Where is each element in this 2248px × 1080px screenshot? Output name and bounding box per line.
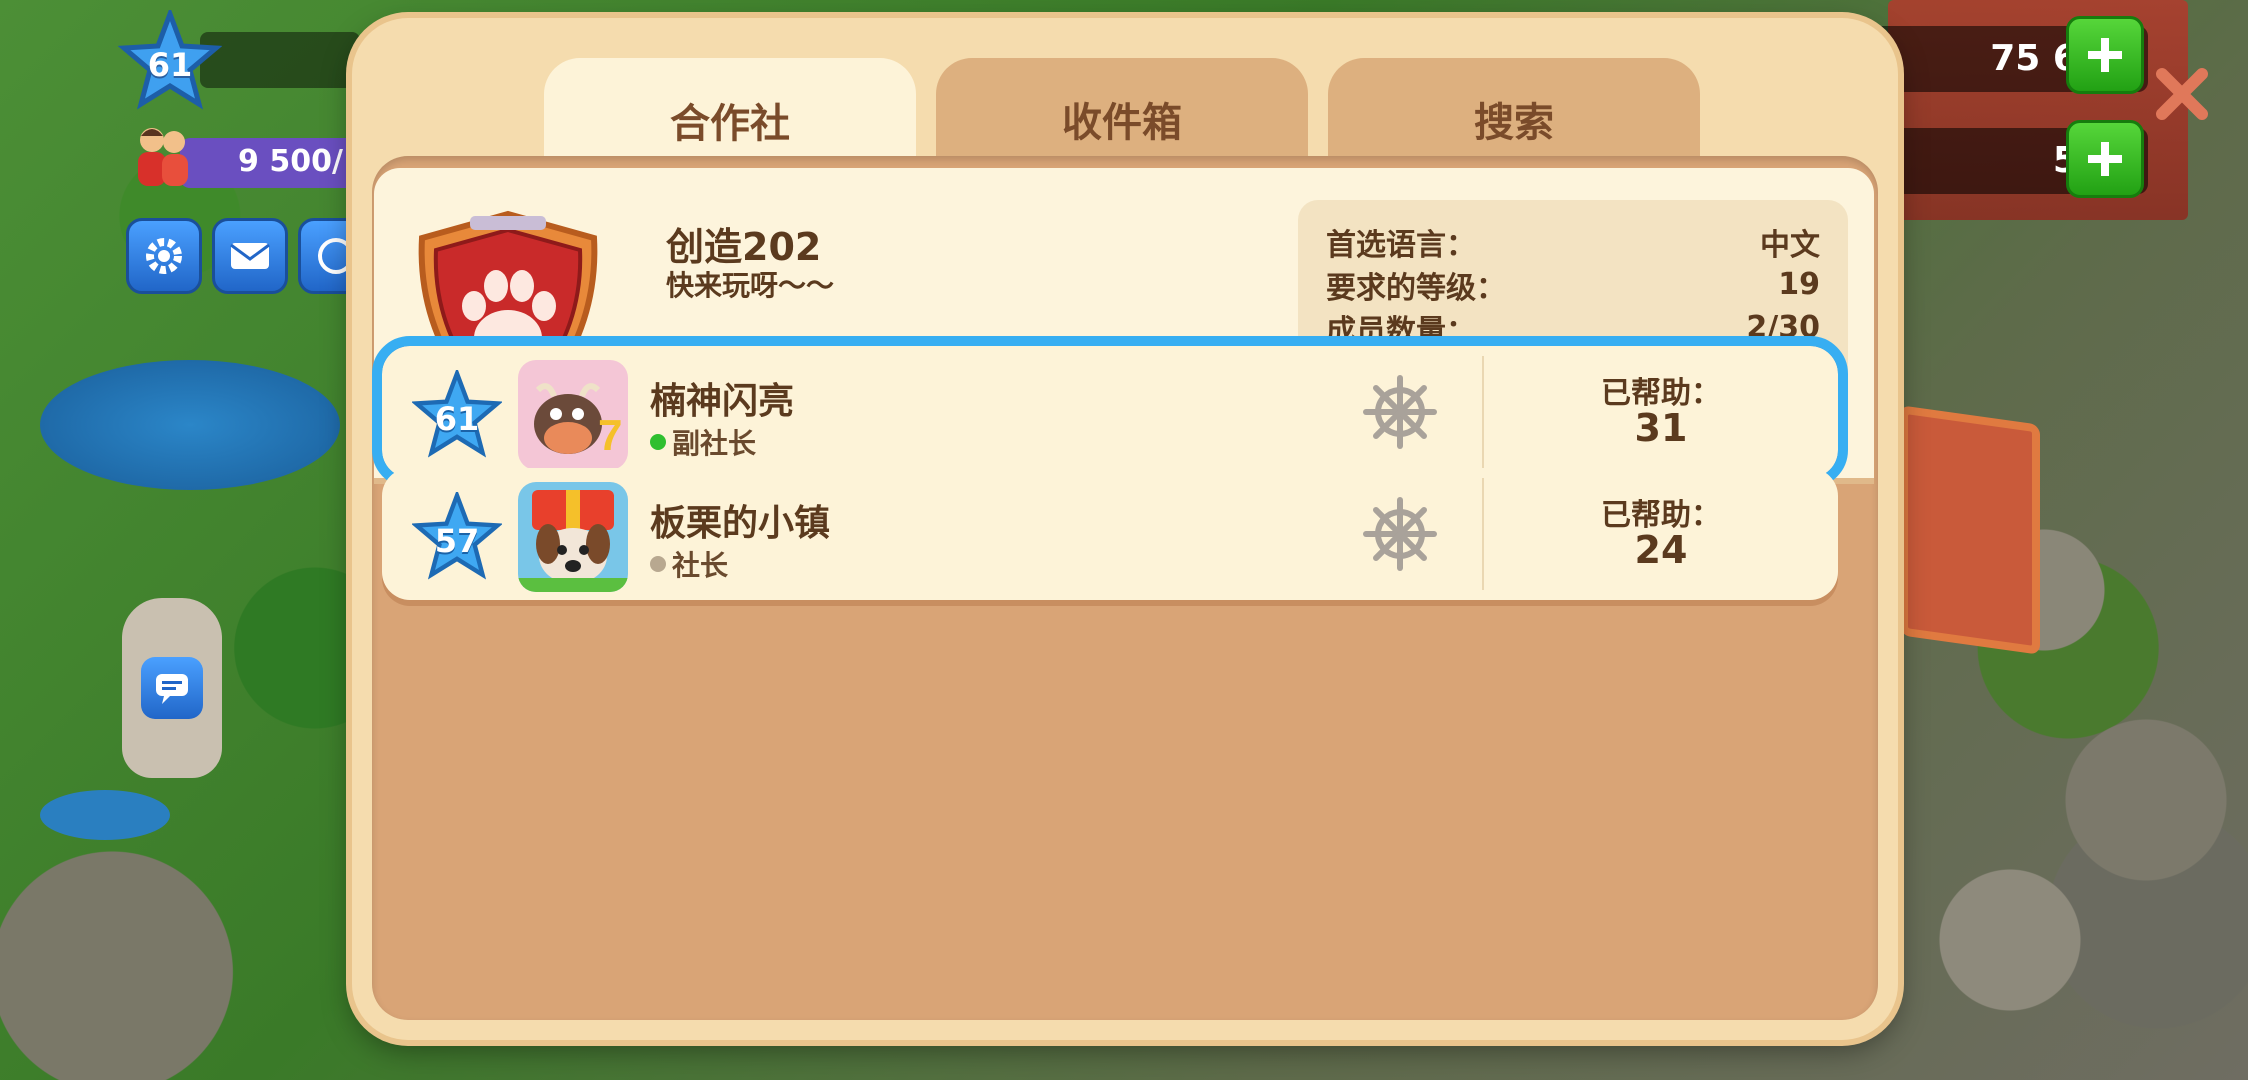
cow-avatar-icon: 7	[518, 360, 628, 470]
stat-label: 成员数量：	[1326, 313, 1476, 349]
helped-count: 31	[1634, 406, 1688, 450]
stat-value: 19	[1778, 267, 1820, 302]
member-level: 57	[434, 522, 480, 560]
player-level: 61	[147, 46, 193, 84]
member-level-badge: 61	[410, 367, 504, 458]
member-name: 板栗的小镇	[650, 503, 831, 544]
member-role: 社长	[650, 544, 728, 584]
plus-icon	[2088, 142, 2122, 176]
member-role-label: 社长	[672, 549, 729, 582]
add-cash-button[interactable]	[2066, 120, 2144, 198]
ship-wheel-icon[interactable]	[1362, 374, 1438, 450]
stat-label: 要求的等级：	[1326, 270, 1506, 306]
member-level-badge: 57	[410, 489, 504, 580]
member-row[interactable]: 61 7 楠神闪亮 副社长 已帮助： 31	[372, 336, 1848, 488]
add-coins-button[interactable]	[2066, 16, 2144, 94]
ship-wheel-icon[interactable]	[1362, 496, 1438, 572]
member-role: 副社长	[650, 422, 756, 462]
stat-value: 2/30	[1746, 310, 1820, 345]
member-role-label: 副社长	[672, 427, 757, 460]
role-dot	[650, 556, 666, 572]
stat-label: 首选语言：	[1326, 227, 1476, 263]
population-icon	[128, 120, 198, 190]
stat-row: 成员数量： 2/30	[1326, 306, 1820, 349]
helped-count: 24	[1634, 528, 1688, 572]
coop-motto: 快来玩呀～～	[666, 269, 835, 302]
member-name: 楠神闪亮	[650, 381, 795, 422]
member-row[interactable]: 57 板栗的小镇 社长 已帮助： 24	[382, 468, 1838, 600]
close-icon	[2156, 68, 2208, 120]
dog-avatar-icon	[518, 482, 628, 592]
mail-button[interactable]	[212, 218, 288, 294]
xp-bar	[200, 32, 360, 88]
notice-board	[1900, 405, 2040, 655]
population-bar: 9 500/	[180, 138, 360, 188]
mail-icon	[230, 243, 270, 269]
chat-icon	[156, 674, 188, 704]
player-level-badge[interactable]: 61	[117, 6, 223, 110]
plus-icon	[2088, 38, 2122, 72]
member-avatar: 7	[518, 360, 628, 470]
pond	[40, 360, 340, 490]
pond-small	[40, 790, 170, 840]
stat-value: 中文	[1760, 227, 1820, 263]
settings-icon	[146, 238, 182, 274]
member-avatar	[518, 482, 628, 592]
coop-name: 创造202	[666, 225, 822, 269]
stat-row: 要求的等级： 19	[1326, 263, 1820, 306]
chat-button[interactable]	[122, 598, 222, 778]
svg-text:7: 7	[598, 411, 622, 460]
stat-row: 首选语言： 中文	[1326, 220, 1820, 263]
settings-button[interactable]	[126, 218, 202, 294]
member-level: 61	[434, 400, 480, 438]
close-button[interactable]	[2152, 64, 2212, 124]
role-dot	[650, 434, 666, 450]
coop-dialog: 合作社 收件箱 搜索 创造202 快来玩呀～～ 首选语言： 中文 要求的等级： …	[352, 18, 2208, 1040]
